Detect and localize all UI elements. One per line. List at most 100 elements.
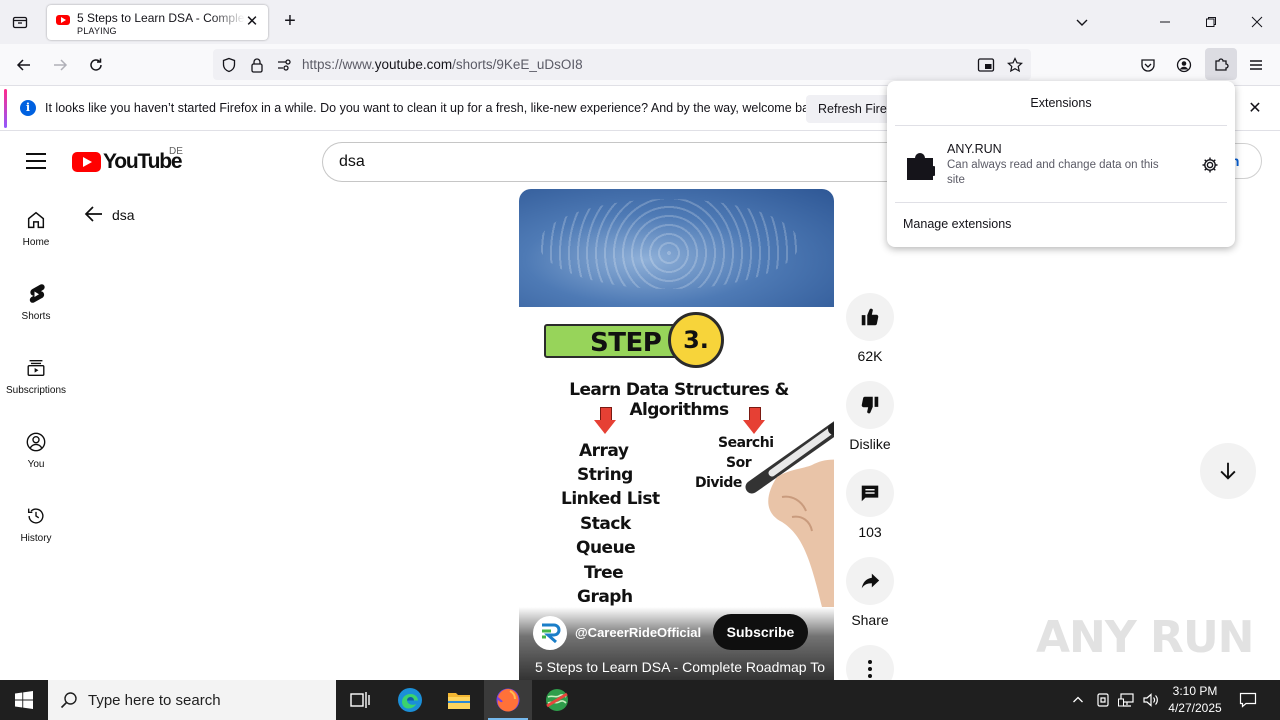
url-prefix: https://www.	[302, 57, 375, 72]
like-count: 62K	[857, 348, 883, 364]
comment-icon	[846, 469, 894, 517]
arrow-down-icon	[1220, 462, 1236, 480]
folder-icon	[448, 693, 470, 709]
topic-item: Graph	[577, 587, 633, 607]
firefox-icon	[496, 688, 520, 712]
video-sky-background	[519, 189, 834, 307]
extension-permission-description: Can always read and change data on this …	[947, 159, 1159, 186]
taskbar-clock[interactable]: 3:10 PM 4/27/2025	[1160, 683, 1230, 717]
step-number-badge: 3.	[668, 312, 724, 368]
clock-date: 4/27/2025	[1168, 701, 1222, 715]
sidebar-item-history[interactable]: History	[0, 504, 72, 544]
picture-in-picture-icon[interactable]	[977, 56, 995, 74]
anyrun-watermark: ANY RUN	[1036, 612, 1254, 663]
shorts-video-player[interactable]: STEP 3. Learn Data Structures & Algorith…	[519, 189, 834, 680]
clock-time: 3:10 PM	[1172, 684, 1218, 698]
youtube-search-input[interactable]: dsa	[322, 142, 922, 182]
tab-strip: 5 Steps to Learn DSA - Complete Roadmap …	[0, 0, 1280, 44]
red-arrow-down-icon	[594, 407, 616, 435]
notification-close-icon[interactable]: ✕	[1245, 99, 1265, 119]
url-text[interactable]: https://www.youtube.com/shorts/9KeE_uDsO…	[302, 57, 583, 72]
browser-tab-active[interactable]: 5 Steps to Learn DSA - Complete Roadmap …	[47, 5, 268, 40]
folder-tabs-icon	[12, 16, 28, 29]
edge-browser-icon	[398, 688, 422, 712]
url-bar[interactable]: https://www.youtube.com/shorts/9KeE_uDsO…	[213, 49, 1031, 80]
youtube-favicon-icon	[56, 15, 70, 25]
restore-button[interactable]	[1199, 10, 1223, 34]
channel-avatar[interactable]	[533, 616, 567, 650]
sidebar-item-subscriptions[interactable]: Subscriptions	[0, 356, 72, 396]
list-all-tabs-button[interactable]	[1070, 10, 1094, 34]
back-arrow-icon[interactable]	[84, 204, 104, 224]
tray-overflow-chevron-icon[interactable]	[1068, 690, 1088, 710]
account-button[interactable]	[1171, 52, 1197, 78]
taskbar-search-box[interactable]: Type here to search	[48, 680, 336, 720]
extension-settings-button[interactable]	[1200, 155, 1220, 175]
next-short-button[interactable]	[1200, 443, 1256, 499]
network-icon[interactable]	[1117, 690, 1137, 710]
topic-item: Stack	[580, 514, 631, 534]
topic-item: Linked List	[561, 489, 660, 509]
taskbar-edge[interactable]	[386, 680, 434, 720]
extension-puzzle-icon[interactable]	[905, 147, 935, 181]
task-view-button[interactable]	[336, 680, 384, 720]
yt-guide-menu-icon[interactable]	[26, 153, 46, 169]
manage-extensions-link[interactable]: Manage extensions	[903, 217, 1011, 231]
pocket-button[interactable]	[1135, 52, 1161, 78]
taskbar-file-explorer[interactable]	[435, 680, 483, 720]
share-button[interactable]: Share	[846, 557, 894, 628]
tab-playing-status: PLAYING	[77, 26, 117, 36]
youtube-logo[interactable]: YouTube	[72, 150, 183, 174]
extension-name[interactable]: ANY.RUN	[947, 142, 1002, 156]
hamburger-menu-icon	[1250, 60, 1262, 70]
short-video-title[interactable]: 5 Steps to Learn DSA - Complete Roadmap …	[535, 659, 830, 675]
pocket-icon	[1141, 59, 1155, 72]
restore-icon	[1206, 17, 1216, 27]
volume-icon[interactable]	[1141, 690, 1161, 710]
windows-logo-icon	[15, 691, 33, 709]
extensions-button[interactable]	[1205, 48, 1237, 80]
tab-list-button[interactable]	[8, 10, 32, 34]
tray-device-icon[interactable]	[1093, 690, 1113, 710]
bookmark-star-icon[interactable]	[1006, 56, 1024, 74]
permissions-icon[interactable]	[275, 56, 293, 74]
subscribe-button[interactable]: Subscribe	[713, 614, 808, 650]
channel-name[interactable]: @CareerRideOfficial	[575, 625, 701, 640]
drawing-hand-image	[745, 421, 834, 607]
sidebar-label-history: History	[20, 533, 52, 544]
comments-button[interactable]: 103	[846, 469, 894, 540]
search-icon	[60, 692, 77, 709]
like-button[interactable]: 62K	[846, 293, 894, 364]
lock-icon[interactable]	[248, 56, 266, 74]
notifications-icon[interactable]	[1238, 690, 1258, 710]
minimize-button[interactable]	[1153, 10, 1177, 34]
arrow-left-icon	[16, 59, 30, 71]
taskbar-search-placeholder: Type here to search	[88, 692, 221, 709]
back-button[interactable]	[11, 52, 37, 78]
tracking-shield-icon[interactable]	[220, 56, 238, 74]
app-menu-button[interactable]	[1243, 52, 1269, 78]
gear-icon	[1202, 157, 1218, 173]
sidebar-item-you[interactable]: You	[0, 430, 72, 470]
reload-button[interactable]	[83, 52, 109, 78]
minimize-icon	[1160, 21, 1170, 23]
forward-button[interactable]	[47, 52, 73, 78]
history-icon	[24, 504, 48, 528]
shorts-icon	[24, 282, 48, 306]
sidebar-label-you: You	[27, 459, 45, 470]
tab-close-icon[interactable]: ✕	[243, 13, 261, 31]
subscriptions-icon	[24, 356, 48, 380]
more-actions-button[interactable]	[846, 645, 894, 680]
close-icon	[1251, 16, 1263, 28]
dislike-button[interactable]: Dislike	[846, 381, 894, 452]
youtube-play-logo-icon	[72, 152, 101, 172]
sidebar-item-shorts[interactable]: Shorts	[0, 282, 72, 322]
taskbar-firefox[interactable]	[484, 680, 532, 720]
new-tab-button[interactable]: +	[280, 11, 300, 31]
close-window-button[interactable]	[1245, 10, 1269, 34]
globe-app-icon	[546, 689, 568, 711]
taskbar-anyrun-app[interactable]	[533, 680, 581, 720]
start-button[interactable]	[0, 680, 48, 720]
topic-item: String	[577, 465, 633, 485]
sidebar-item-home[interactable]: Home	[0, 208, 72, 248]
